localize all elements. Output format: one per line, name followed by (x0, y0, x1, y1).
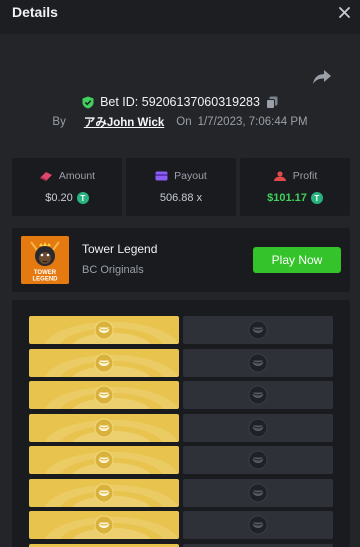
banana-coin-icon (94, 418, 114, 437)
banana-coin-icon (94, 320, 114, 340)
banana-coin-icon (94, 353, 114, 372)
tile-picked[interactable] (29, 511, 179, 539)
banana-coin-icon (248, 320, 268, 340)
tile-picked[interactable] (29, 381, 179, 409)
bet-datetime: 1/7/2023, 7:06:44 PM (197, 116, 308, 128)
tower-board (12, 300, 350, 547)
tile-picked[interactable] (29, 446, 179, 474)
board-row (29, 413, 333, 442)
tile-picked[interactable] (29, 348, 179, 377)
banana-coin-icon (248, 515, 268, 535)
board-row (29, 511, 333, 539)
banana-coin-icon (248, 418, 268, 437)
dialog-header: Details (0, 0, 360, 34)
amount-stat: Amount $0.20 T (12, 158, 122, 216)
tile-picked[interactable] (29, 543, 179, 547)
usdt-coin-icon: T (76, 192, 89, 204)
tile-unpicked[interactable] (183, 511, 333, 539)
bet-id-line: Bet ID: 59206137060319283 (0, 93, 360, 111)
payout-icon (155, 171, 168, 181)
board-row (29, 381, 333, 409)
by-label: By (52, 116, 66, 128)
share-button[interactable] (312, 68, 332, 86)
play-now-button[interactable]: Play Now (253, 247, 341, 273)
tile-unpicked[interactable] (183, 413, 333, 442)
game-name: Tower Legend (82, 242, 158, 256)
payout-value: 506.88 x (159, 192, 203, 204)
profit-label: Profit (292, 170, 318, 182)
copy-button[interactable] (265, 96, 278, 109)
tile-unpicked[interactable] (183, 348, 333, 377)
player-name-link[interactable]: アみJohn Wick (84, 114, 164, 130)
tile-unpicked[interactable] (183, 543, 333, 547)
payout-stat: Payout 506.88 x (126, 158, 236, 216)
tile-unpicked[interactable] (183, 446, 333, 474)
board-row (29, 543, 333, 547)
amount-icon (39, 172, 52, 181)
tile-unpicked[interactable] (183, 381, 333, 409)
close-button[interactable] (334, 2, 354, 22)
game-thumbnail[interactable]: TOWER LEGEND (21, 236, 69, 284)
banana-coin-icon (94, 515, 114, 535)
svg-text:TOWER: TOWER (34, 270, 57, 276)
banana-coin-icon (94, 483, 114, 502)
tile-picked[interactable] (29, 478, 179, 507)
banana-coin-icon (248, 450, 268, 470)
dialog-title: Details (12, 4, 58, 20)
banana-coin-icon (248, 483, 268, 502)
bet-stats: Amount $0.20 T Payout 506.88 x Profit $1… (12, 158, 350, 216)
banana-coin-icon (94, 450, 114, 470)
on-label: On (176, 116, 192, 128)
share-icon (313, 70, 331, 84)
game-provider: BC Originals (82, 264, 144, 276)
copy-icon (265, 96, 278, 109)
close-icon (338, 6, 350, 18)
tile-unpicked[interactable] (183, 316, 333, 344)
tile-picked[interactable] (29, 316, 179, 344)
tile-picked[interactable] (29, 413, 179, 442)
svg-text:LEGEND: LEGEND (32, 277, 58, 283)
banana-coin-icon (248, 353, 268, 372)
game-card: TOWER LEGEND Tower Legend BC Originals P… (12, 228, 350, 292)
verified-shield-icon (82, 96, 94, 108)
usdt-coin-icon: T (310, 192, 323, 204)
payout-label: Payout (174, 170, 207, 182)
amount-value: $0.20 (45, 192, 73, 204)
profit-stat: Profit $101.17 T (240, 158, 350, 216)
profit-icon (273, 170, 286, 181)
bet-id: Bet ID: 59206137060319283 (100, 95, 260, 109)
banana-coin-icon (248, 385, 268, 405)
tower-legend-logo: TOWER LEGEND (21, 236, 69, 284)
board-row (29, 446, 333, 474)
tile-unpicked[interactable] (183, 478, 333, 507)
banana-coin-icon (94, 385, 114, 405)
profit-value: $101.17 (267, 192, 307, 204)
board-row (29, 348, 333, 377)
board-row (29, 316, 333, 344)
bet-meta: By アみJohn Wick On 1/7/2023, 7:06:44 PM (0, 114, 360, 130)
amount-label: Amount (58, 170, 96, 182)
board-row (29, 478, 333, 507)
